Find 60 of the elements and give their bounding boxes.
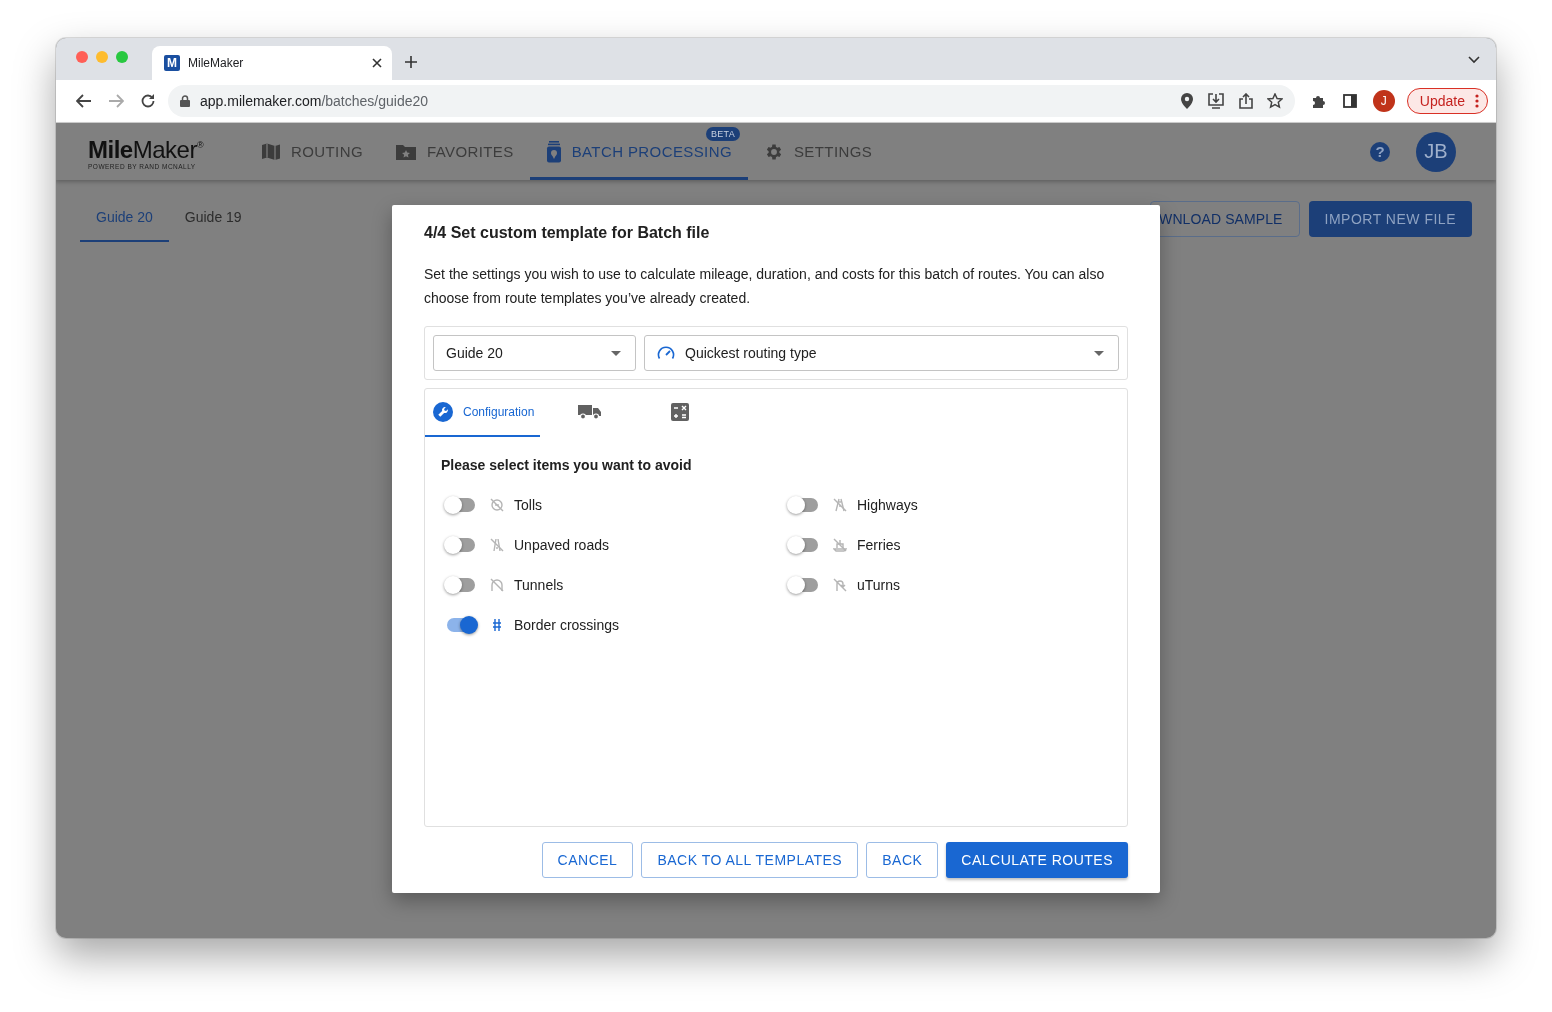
avoid-option-label: Tunnels	[514, 577, 564, 593]
batch-icon	[545, 140, 562, 163]
guide-tab[interactable]: Guide 19	[168, 194, 258, 242]
dialog-title: 4/4 Set custom template for Batch file	[424, 223, 711, 243]
wrench-icon	[433, 402, 453, 422]
update-button[interactable]: Update	[1406, 88, 1488, 114]
routing-type-dropdown[interactable]: Quickest routing type	[644, 335, 1119, 371]
star-icon[interactable]	[1266, 93, 1283, 109]
nav-tab[interactable]: SETTINGS	[747, 123, 889, 180]
dialog-button[interactable]: CANCEL	[541, 842, 634, 878]
side-panel-icon[interactable]	[1342, 94, 1357, 108]
nav-tab[interactable]: FAVORITES	[379, 123, 530, 180]
template-dropdown[interactable]: Guide 20	[433, 335, 636, 371]
beta-badge: BETA	[705, 127, 740, 141]
avoid-option-label: Tolls	[514, 497, 542, 513]
new-tab-icon[interactable]	[404, 55, 418, 69]
configuration-tab[interactable]: Configuration	[425, 389, 541, 437]
dialog-button[interactable]: BACK TO ALL TEMPLATES	[641, 842, 859, 878]
nav-tab[interactable]: ROUTING	[245, 123, 379, 180]
puzzle-icon[interactable]	[1310, 93, 1327, 109]
highway-icon	[833, 498, 847, 512]
address-bar[interactable]: app.milemaker.com/batches/guide20	[168, 85, 1295, 117]
tunnel-icon	[490, 578, 504, 592]
dropdown-caret-icon	[611, 350, 621, 356]
reload-icon[interactable]	[140, 93, 156, 109]
share-icon[interactable]	[1238, 93, 1253, 109]
avoid-option-label: uTurns	[857, 577, 901, 593]
map-icon	[261, 142, 281, 161]
unpaved-icon	[490, 538, 504, 552]
guide-tab[interactable]: Guide 20	[80, 194, 169, 242]
speedometer-icon	[657, 346, 675, 360]
back-arrow-icon[interactable]	[76, 94, 92, 108]
tolls-icon	[490, 498, 504, 512]
close-icon[interactable]	[372, 58, 382, 68]
import-button[interactable]: IMPORT NEW FILE	[1308, 201, 1472, 237]
more-vertical-icon	[1475, 94, 1479, 108]
truck-icon	[578, 404, 603, 420]
dropdown-caret-icon	[1094, 350, 1104, 356]
calculator-icon	[671, 403, 690, 421]
profile-avatar[interactable]: J	[1372, 90, 1395, 112]
location-pin-icon[interactable]	[1180, 93, 1193, 109]
calculate-button[interactable]: CALCULATE ROUTES	[946, 842, 1128, 878]
avoid-option-label: Border crossings	[514, 617, 620, 633]
avoid-option-label: Unpaved roads	[514, 537, 609, 553]
browser-tab[interactable]: M MileMaker	[152, 46, 392, 80]
folder-star-icon	[395, 142, 417, 161]
avoid-option-label: Highways	[857, 497, 918, 513]
dialog-button[interactable]: BACK	[866, 842, 939, 878]
url-text: app.milemaker.com/batches/guide20	[200, 93, 430, 109]
avoid-option-label: Ferries	[857, 537, 901, 553]
site-favicon-icon: M	[164, 55, 180, 71]
install-icon[interactable]	[1206, 93, 1225, 109]
ferry-icon	[833, 538, 847, 552]
help-button[interactable]: ?	[1370, 141, 1390, 162]
avoid-heading: Please select items you want to avoid	[441, 457, 693, 473]
chevron-down-icon[interactable]	[1468, 56, 1480, 64]
lock-icon	[180, 95, 190, 107]
user-avatar[interactable]: JB	[1416, 131, 1456, 172]
tab-title: MileMaker	[188, 56, 245, 70]
dialog-description: Set the settings you wish to use to calculate mileage, duration, and costs for this batch of routes. You can also choose from route templates you’ve already created.	[424, 265, 1106, 308]
